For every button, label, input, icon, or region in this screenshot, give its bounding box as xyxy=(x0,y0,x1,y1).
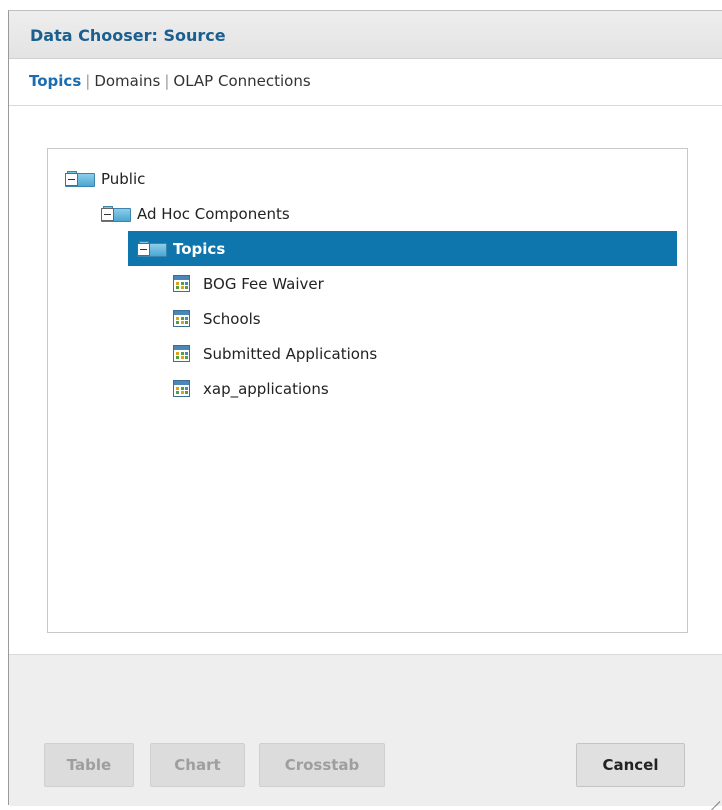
chart-button[interactable]: Chart xyxy=(150,743,245,787)
tree-node-public[interactable]: Public xyxy=(65,161,145,196)
source-tabs: Topics | Domains | OLAP Connections xyxy=(9,59,722,106)
tab-separator: | xyxy=(85,72,91,90)
folder-open-icon[interactable] xyxy=(101,205,131,222)
tree-node-topic-item[interactable]: BOG Fee Waiver xyxy=(173,266,324,301)
folder-open-icon[interactable] xyxy=(65,170,95,187)
tree-node-label: Topics xyxy=(173,239,226,258)
table-icon xyxy=(173,275,190,292)
crosstab-button[interactable]: Crosstab xyxy=(259,743,385,787)
resize-grip-icon[interactable] xyxy=(708,790,721,810)
dialog-titlebar: Data Chooser: Source xyxy=(9,11,722,59)
folder-open-icon[interactable] xyxy=(137,240,167,257)
collapse-icon xyxy=(65,172,78,186)
tree-node-label: BOG Fee Waiver xyxy=(203,274,324,293)
tab-domains[interactable]: Domains xyxy=(94,72,160,90)
tab-topics[interactable]: Topics xyxy=(29,72,81,90)
tree-node-label: Submitted Applications xyxy=(203,344,378,363)
collapse-icon xyxy=(101,207,114,221)
data-chooser-dialog: Data Chooser: Source Topics | Domains | OLAP… xyxy=(8,10,722,806)
table-icon xyxy=(173,345,190,362)
table-icon xyxy=(173,380,190,397)
tree-node-topic-item[interactable]: Submitted Applications xyxy=(173,336,377,371)
tree-node-topics[interactable]: Topics xyxy=(128,231,677,266)
tree-node-label: Schools xyxy=(203,309,261,328)
tree-node-topic-item[interactable]: Schools xyxy=(173,301,261,336)
table-icon xyxy=(173,310,190,327)
source-tree: Public Ad Hoc Components Topics BOG Fee … xyxy=(47,148,688,633)
tree-node-topic-item[interactable]: xap_applications xyxy=(173,371,329,406)
tree-node-label: Ad Hoc Components xyxy=(137,204,290,223)
tab-separator: | xyxy=(164,72,170,90)
collapse-icon xyxy=(137,242,150,256)
tree-node-ad-hoc-components[interactable]: Ad Hoc Components xyxy=(101,196,290,231)
table-button[interactable]: Table xyxy=(44,743,134,787)
tree-node-label: xap_applications xyxy=(203,379,329,398)
tab-olap-connections[interactable]: OLAP Connections xyxy=(173,72,310,90)
dialog-title: Data Chooser: Source xyxy=(30,26,226,45)
cancel-button[interactable]: Cancel xyxy=(576,743,685,787)
tree-node-label: Public xyxy=(101,169,146,188)
